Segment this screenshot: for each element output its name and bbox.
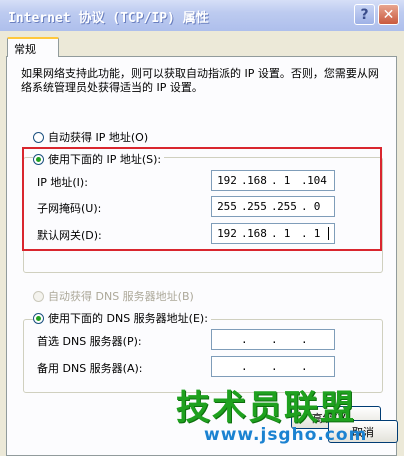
preferred-dns-input[interactable]: . . .	[211, 329, 335, 350]
auto-dns-radio	[33, 290, 44, 302]
question-mark-icon: ?	[360, 6, 369, 23]
alternate-dns-input[interactable]: . . .	[211, 356, 335, 377]
auto-dns-option: 自动获得 DNS 服务器地址(B)	[33, 288, 194, 304]
auto-ip-radio[interactable]	[33, 131, 44, 143]
watermark-logo-text: 技术员联盟	[176, 388, 356, 428]
title-bar[interactable]: Internet 协议 (TCP/IP) 属性 ? ✕	[0, 0, 404, 32]
alternate-dns-label: 备用 DNS 服务器(A):	[37, 362, 143, 375]
preferred-dns-label: 首选 DNS 服务器(P):	[37, 335, 142, 348]
close-button[interactable]: ✕	[378, 4, 399, 25]
close-icon: ✕	[382, 6, 395, 23]
auto-dns-label: 自动获得 DNS 服务器地址(B)	[48, 290, 194, 303]
tab-general[interactable]: 常规	[7, 37, 59, 57]
auto-ip-label: 自动获得 IP 地址(O)	[48, 131, 149, 144]
watermark-url: www.jsgho.com	[204, 425, 368, 445]
window-title: Internet 协议 (TCP/IP) 属性	[8, 11, 209, 26]
auto-ip-option[interactable]: 自动获得 IP 地址(O)	[33, 129, 148, 145]
description-text: 如果网络支持此功能，则可以获取自动指派的 IP 设置。否则，您需要从网络系统管理…	[21, 67, 379, 94]
manual-dns-radio[interactable]	[33, 312, 44, 324]
highlight-annotation	[22, 147, 382, 251]
manual-dns-label: 使用下面的 DNS 服务器地址(E):	[48, 312, 208, 325]
watermark: 技术员联盟 www.jsgho.com	[176, 380, 366, 450]
manual-dns-option[interactable]: 使用下面的 DNS 服务器地址(E):	[33, 310, 211, 326]
help-button[interactable]: ?	[354, 4, 375, 25]
